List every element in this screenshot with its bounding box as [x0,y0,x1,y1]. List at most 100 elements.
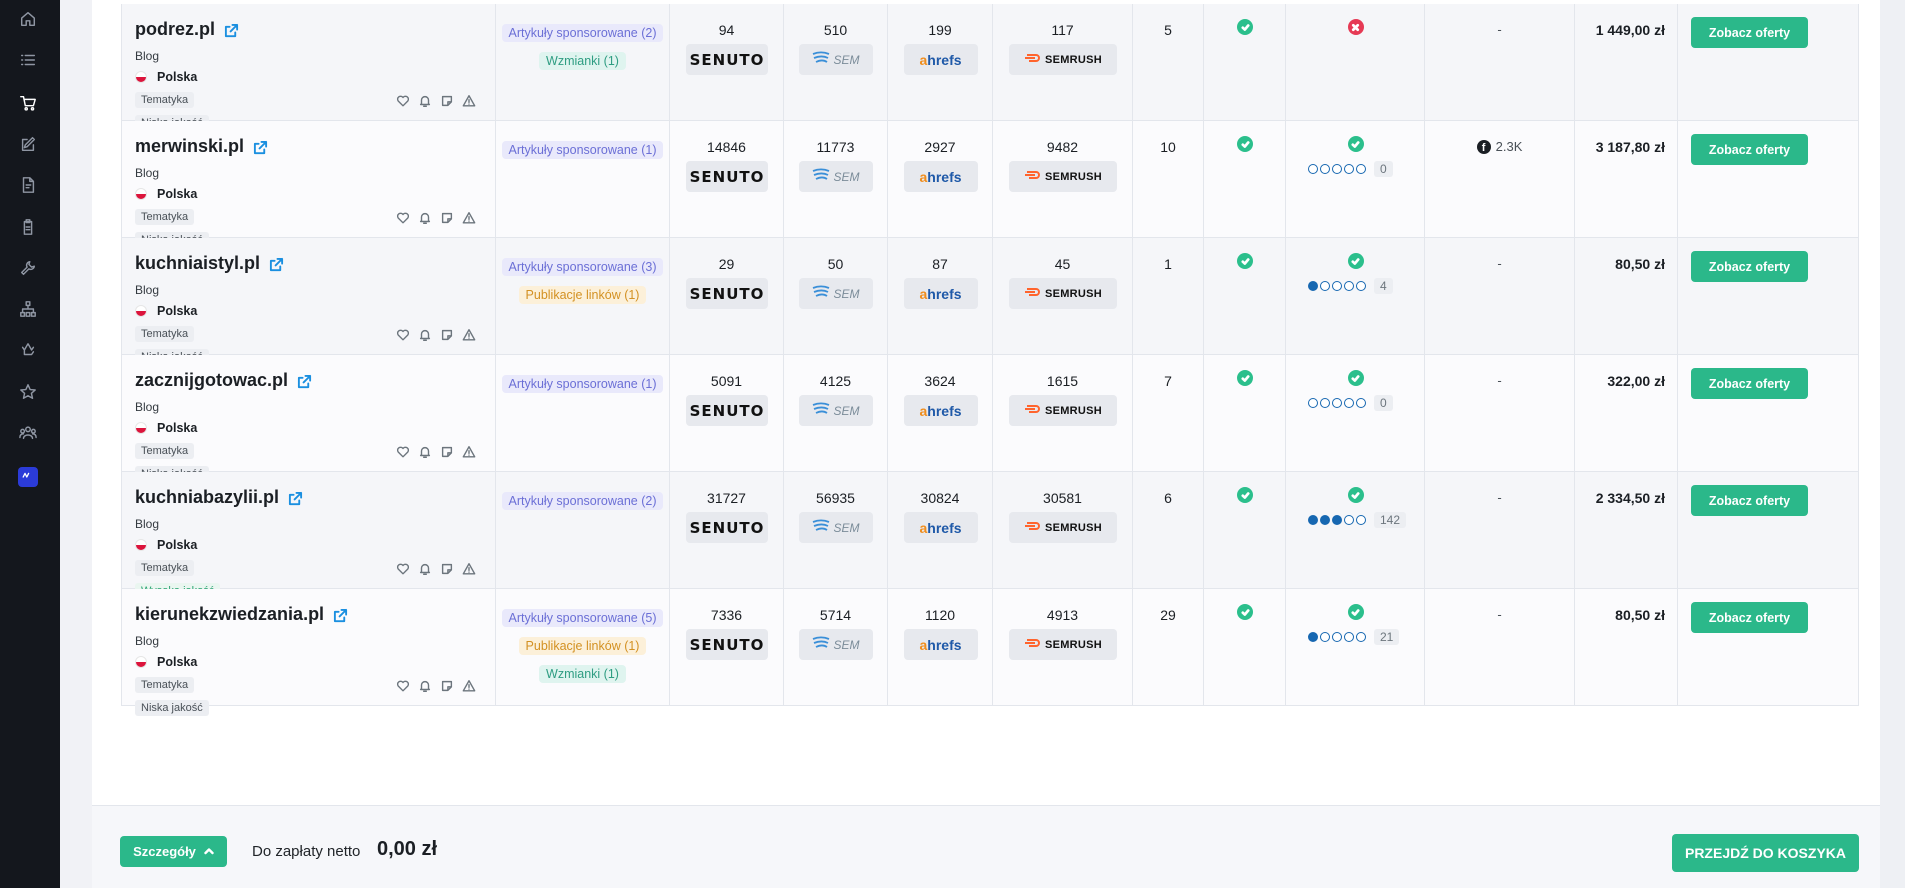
note-icon[interactable] [440,94,454,113]
see-offers-button[interactable]: Zobacz oferty [1691,368,1808,399]
notify-bell-icon[interactable] [418,94,432,113]
semrush-logo[interactable]: SEMRUSH [1009,395,1117,426]
site-name-link[interactable]: merwinski.pl [135,136,268,157]
ahrefs-logo[interactable]: a hrefs [903,512,978,543]
external-link-icon[interactable] [288,490,303,506]
publication-badge: Artykuły sponsorowane (1) [501,375,664,393]
notify-bell-icon[interactable] [418,328,432,347]
clipboard-icon[interactable] [18,217,38,237]
favorite-heart-icon[interactable] [396,328,410,347]
team-icon[interactable] [18,423,38,443]
senuto-logo[interactable]: SENUTO [686,278,768,309]
rating-dot [1308,281,1318,291]
see-offers-button[interactable]: Zobacz oferty [1691,251,1808,282]
senuto-label: SENUTO [689,518,765,537]
site-name: kuchniabazylii.pl [135,487,280,507]
senuto-logo[interactable]: SENUTO [686,44,768,75]
senuto-logo[interactable]: SENUTO [686,629,768,660]
go-to-cart-button[interactable]: PRZEJDŹ DO KOSZYKA [1672,834,1859,872]
senuto-logo[interactable]: SENUTO [686,395,768,426]
semrush-logo[interactable]: SEMRUSH [1009,278,1117,309]
cart-icon[interactable] [18,93,38,113]
note-icon[interactable] [440,328,454,347]
semrush-logo[interactable]: SEMRUSH [1009,512,1117,543]
external-link-icon[interactable] [224,22,239,38]
sem-logo[interactable]: SEM [799,278,873,309]
publication-types: Artykuły sponsorowane (2) Wzmianki (1) [496,24,669,70]
ahrefs-logo[interactable]: a hrefs [903,395,978,426]
notify-bell-icon[interactable] [418,445,432,464]
site-name-link[interactable]: kuchniabazylii.pl [135,487,303,508]
senuto-logo[interactable]: SENUTO [686,161,768,192]
note-icon[interactable] [440,445,454,464]
favorite-heart-icon[interactable] [396,94,410,113]
details-button[interactable]: Szczegóły [120,836,227,867]
domain-metric-value: 10 [1160,139,1176,155]
favorite-heart-icon[interactable] [396,211,410,230]
indexed-check-icon [1237,253,1253,269]
notify-bell-icon[interactable] [418,562,432,581]
invoice-icon[interactable] [18,175,38,195]
note-icon[interactable] [440,211,454,230]
external-link-icon[interactable] [269,256,284,272]
external-link-icon[interactable] [333,607,348,623]
publication-badge: Artykuły sponsorowane (3) [501,258,664,276]
report-warning-icon[interactable] [462,211,476,230]
sem-logo[interactable]: SEM [799,44,873,75]
favorite-heart-icon[interactable] [396,445,410,464]
ahrefs-logo[interactable]: a hrefs [903,629,978,660]
external-link-icon[interactable] [297,373,312,389]
notify-bell-icon[interactable] [418,679,432,698]
report-warning-icon[interactable] [462,445,476,464]
ahrefs-label-rest: hrefs [927,636,962,653]
sitemap-icon[interactable] [18,299,38,319]
external-link-icon[interactable] [253,139,268,155]
publication-badge: Publikacje linków (1) [518,637,647,655]
sem-logo[interactable]: SEM [799,629,873,660]
social-value: - [1497,22,1502,37]
see-offers-button[interactable]: Zobacz oferty [1691,134,1808,165]
site-name-link[interactable]: zacznijgotowac.pl [135,370,312,391]
edit-icon[interactable] [18,134,38,154]
report-warning-icon[interactable] [462,679,476,698]
rating-count: 142 [1374,512,1407,528]
semrush-logo[interactable]: SEMRUSH [1009,629,1117,660]
recycle-icon[interactable] [18,340,38,360]
ahrefs-logo[interactable]: a hrefs [903,278,978,309]
favorite-heart-icon[interactable] [396,562,410,581]
social-followers: - [1425,256,1574,271]
news-check-icon [1347,487,1364,503]
senuto-logo[interactable]: SENUTO [686,512,768,543]
report-warning-icon[interactable] [462,562,476,581]
ahrefs-logo[interactable]: a hrefs [903,161,978,192]
ahrefs-label-rest: hrefs [927,285,962,302]
note-icon[interactable] [440,679,454,698]
site-name-link[interactable]: podrez.pl [135,19,239,40]
rating-dot [1356,164,1366,174]
see-offers-button[interactable]: Zobacz oferty [1691,17,1808,48]
report-warning-icon[interactable] [462,328,476,347]
favorite-heart-icon[interactable] [396,679,410,698]
tools-icon[interactable] [18,258,38,278]
notify-bell-icon[interactable] [418,211,432,230]
table-row: zacznijgotowac.plBlogPolskaTematykaNiska… [121,355,1859,482]
brand-logo-icon[interactable] [18,467,38,487]
semrush-logo[interactable]: SEMRUSH [1009,44,1117,75]
list-icon[interactable] [18,50,38,70]
ahrefs-logo[interactable]: a hrefs [903,44,978,75]
sem-logo[interactable]: SEM [799,512,873,543]
social-followers: - [1425,22,1574,37]
sem-logo[interactable]: SEM [799,395,873,426]
star-icon[interactable] [18,382,38,402]
sem-logo[interactable]: SEM [799,161,873,192]
see-offers-button[interactable]: Zobacz oferty [1691,602,1808,633]
table-cell: 94 SENUTO [670,4,784,121]
site-name-link[interactable]: kierunekzwiedzania.pl [135,604,348,625]
report-warning-icon[interactable] [462,94,476,113]
home-icon[interactable] [18,9,38,29]
semrush-logo[interactable]: SEMRUSH [1009,161,1117,192]
site-name-link[interactable]: kuchniaistyl.pl [135,253,284,274]
note-icon[interactable] [440,562,454,581]
rating-dot [1344,164,1354,174]
see-offers-button[interactable]: Zobacz oferty [1691,485,1808,516]
